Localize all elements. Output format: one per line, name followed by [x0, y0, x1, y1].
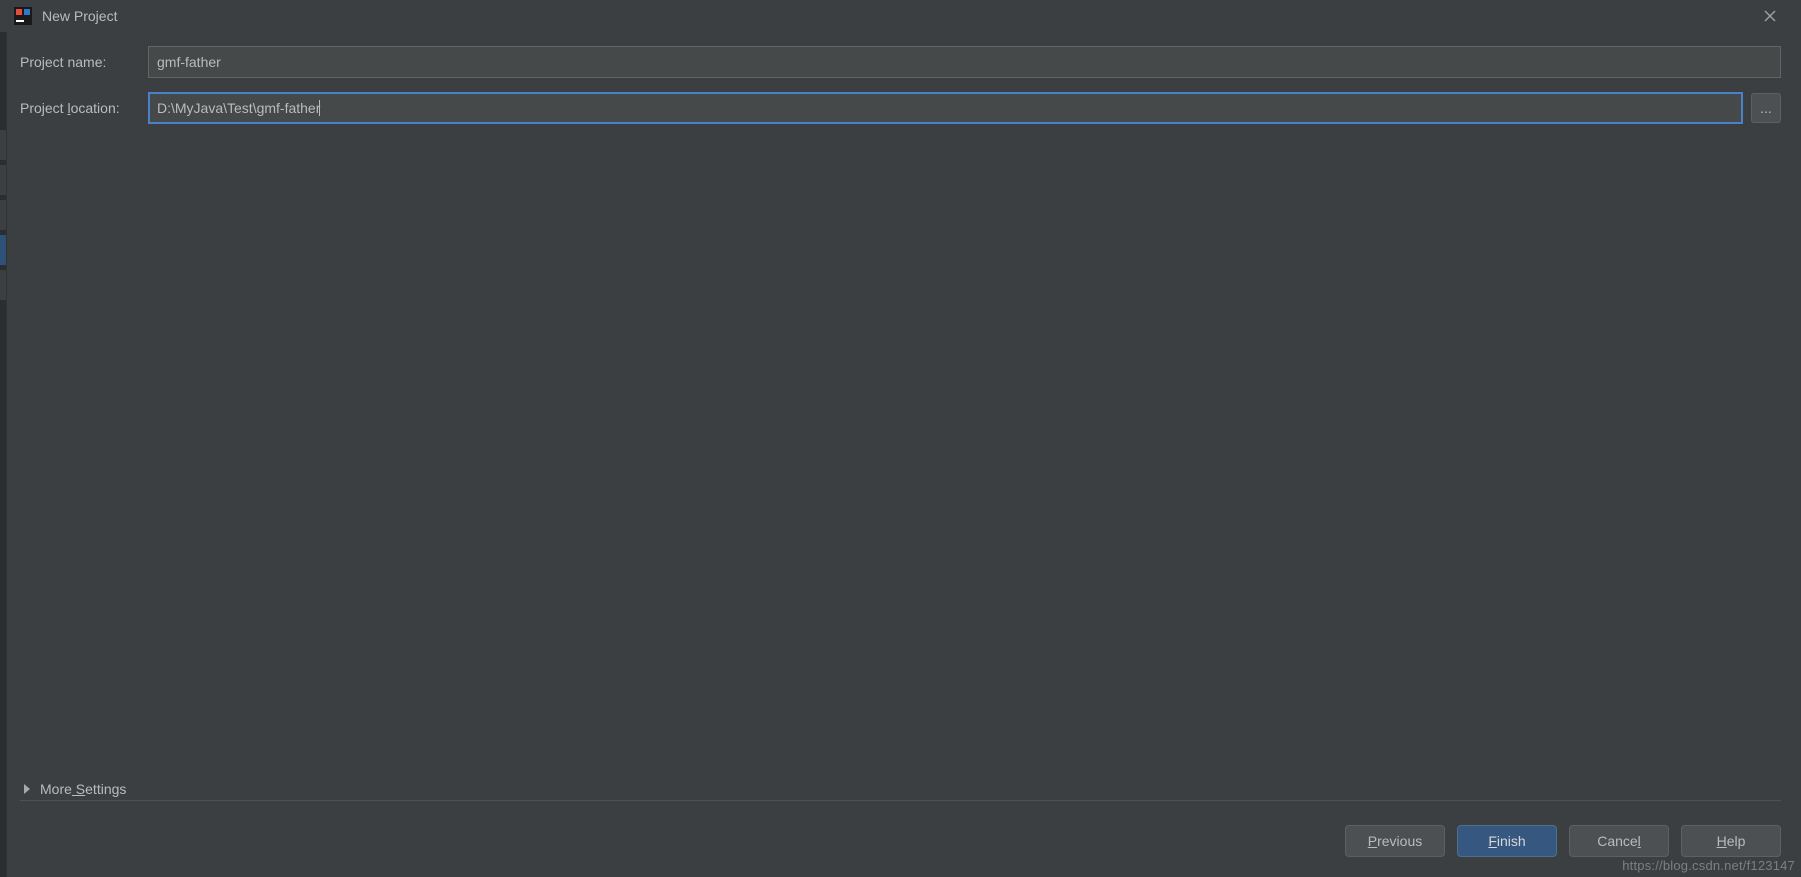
wizard-button-bar: Previous Finish Cancel Help [1345, 825, 1781, 857]
project-name-input[interactable] [148, 46, 1781, 78]
project-name-row: Project name: [20, 46, 1781, 78]
window-title: New Project [42, 8, 117, 24]
watermark-text: https://blog.csdn.net/f123147 [1622, 858, 1795, 873]
text-caret [319, 100, 320, 116]
triangle-right-icon [24, 784, 30, 794]
finish-button[interactable]: Finish [1457, 825, 1557, 857]
left-marker [0, 130, 6, 160]
browse-location-button[interactable]: ... [1751, 93, 1781, 123]
previous-button[interactable]: Previous [1345, 825, 1445, 857]
more-settings-toggle[interactable]: More Settings [24, 781, 126, 797]
cancel-button[interactable]: Cancel [1569, 825, 1669, 857]
project-location-label: Project location: [20, 100, 148, 116]
more-settings-separator [20, 800, 1781, 801]
left-edge-strip [0, 0, 7, 877]
project-name-label: Project name: [20, 54, 148, 70]
title-bar: New Project [0, 0, 1801, 32]
close-button[interactable] [1747, 0, 1793, 32]
help-button[interactable]: Help [1681, 825, 1781, 857]
left-marker-active [0, 235, 6, 265]
left-marker [0, 270, 6, 300]
left-marker [0, 165, 6, 195]
close-icon [1764, 10, 1776, 22]
project-location-input[interactable]: D:\MyJava\Test\gmf-father [148, 92, 1743, 124]
ellipsis-icon: ... [1760, 100, 1772, 116]
more-settings-label: More Settings [40, 781, 126, 797]
project-location-row: Project location: D:\MyJava\Test\gmf-fat… [20, 92, 1781, 124]
form-content: Project name: Project location: D:\MyJav… [0, 32, 1801, 124]
app-icon [14, 7, 32, 25]
left-marker [0, 200, 6, 230]
